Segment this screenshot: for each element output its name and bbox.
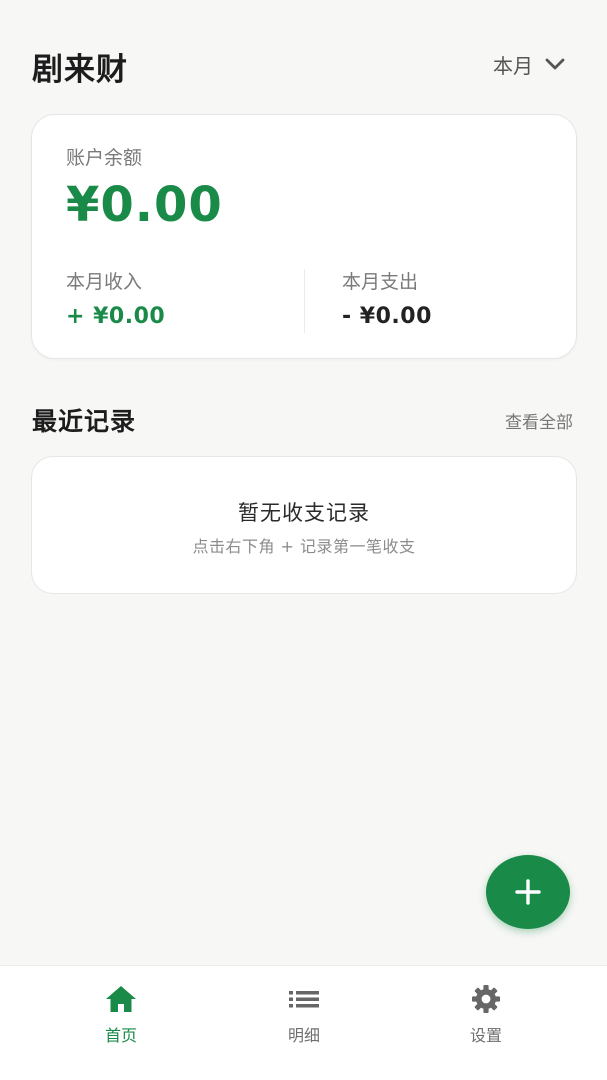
add-record-button[interactable] [486,855,570,929]
period-label: 本月 [493,53,533,78]
nav-item-settings[interactable]: 设置 [436,984,536,1046]
expense-value: - ¥0.00 [342,304,432,329]
income-label: 本月收入 [66,271,143,293]
balance-card: 账户余额 ¥0.00 本月收入 + ¥0.00 本月支出 - ¥0.00 [31,114,577,359]
balance-label: 账户余额 [66,147,143,169]
nav-item-home[interactable]: 首页 [71,984,171,1046]
period-selector[interactable]: 本月 [493,48,565,80]
bottom-nav: 首页 明细 设置 [0,965,607,1080]
expense-label: 本月支出 [342,271,419,293]
expense-stat: 本月支出 - ¥0.00 [342,267,432,329]
empty-state-hint: 点击右下角 + 记录第一笔收支 [192,537,416,556]
empty-state-title: 暂无收支记录 [238,501,370,525]
gear-icon [472,985,500,1013]
list-icon [289,991,319,1008]
nav-label-home: 首页 [104,1026,137,1045]
home-screen: 剧来财 本月 账户余额 ¥0.00 本月收入 + ¥0.00 本月支出 - ¥0… [0,0,607,1080]
app-title: 剧来财 [32,52,128,88]
home-icon [106,986,136,1012]
nav-label-settings: 设置 [469,1026,502,1045]
recent-section-title: 最近记录 [32,407,137,436]
income-value: + ¥0.00 [66,304,166,329]
view-all-link[interactable]: 查看全部 [505,408,573,433]
header: 剧来财 本月 [0,0,607,130]
stat-divider [304,269,305,333]
chevron-down-icon [545,58,565,70]
balance-value: ¥0.00 [66,177,223,233]
plus-icon [515,879,541,905]
income-stat: 本月收入 + ¥0.00 [66,267,165,329]
nav-label-detail: 明细 [287,1026,320,1045]
nav-item-detail[interactable]: 明细 [254,984,354,1046]
recent-empty-card: 暂无收支记录 点击右下角 + 记录第一笔收支 [31,456,577,594]
